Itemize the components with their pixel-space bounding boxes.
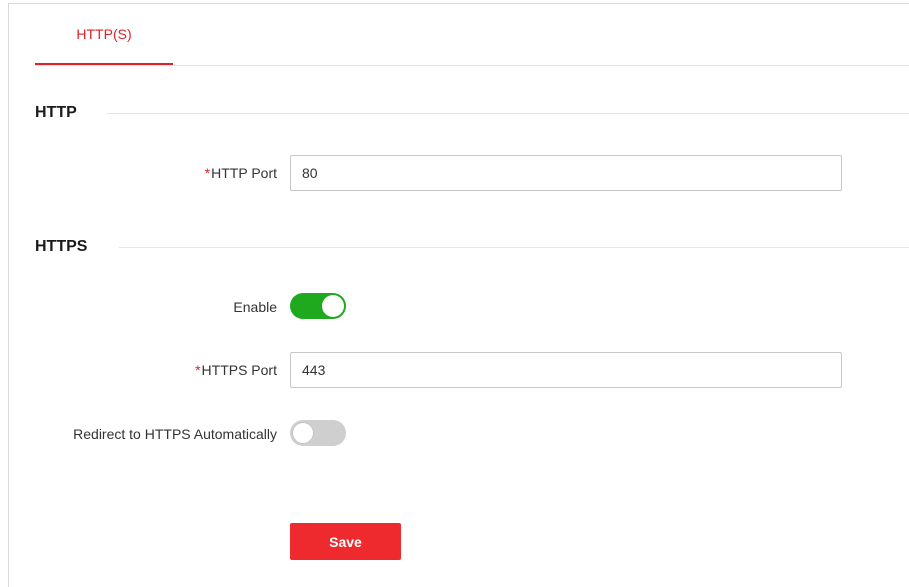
section-divider-http xyxy=(107,113,909,114)
http-port-label-text: HTTP Port xyxy=(211,165,277,181)
save-button[interactable]: Save xyxy=(290,523,401,560)
tab-https[interactable]: HTTP(S) xyxy=(35,4,173,65)
redirect-https-toggle[interactable] xyxy=(290,420,346,446)
https-port-input[interactable] xyxy=(290,352,842,388)
section-title-http: HTTP xyxy=(35,104,77,121)
toggle-knob xyxy=(322,295,344,317)
https-port-label-text: HTTPS Port xyxy=(201,362,277,378)
enable-https-toggle[interactable] xyxy=(290,293,346,319)
enable-label: Enable xyxy=(233,299,277,315)
redirect-https-label: Redirect to HTTPS Automatically xyxy=(73,426,277,442)
section-title-https: HTTPS xyxy=(35,238,88,255)
required-mark: * xyxy=(195,362,201,378)
required-mark: * xyxy=(204,165,211,181)
http-port-label: *HTTP Port xyxy=(17,165,277,181)
tab-bar: HTTP(S) xyxy=(35,4,909,66)
https-port-label: *HTTPS Port xyxy=(17,362,277,378)
http-port-input[interactable] xyxy=(290,155,842,191)
settings-panel: HTTP(S) HTTP *HTTP Port HTTPS Enable *HT… xyxy=(8,3,909,587)
toggle-knob xyxy=(292,422,314,444)
section-divider-https xyxy=(119,247,909,248)
